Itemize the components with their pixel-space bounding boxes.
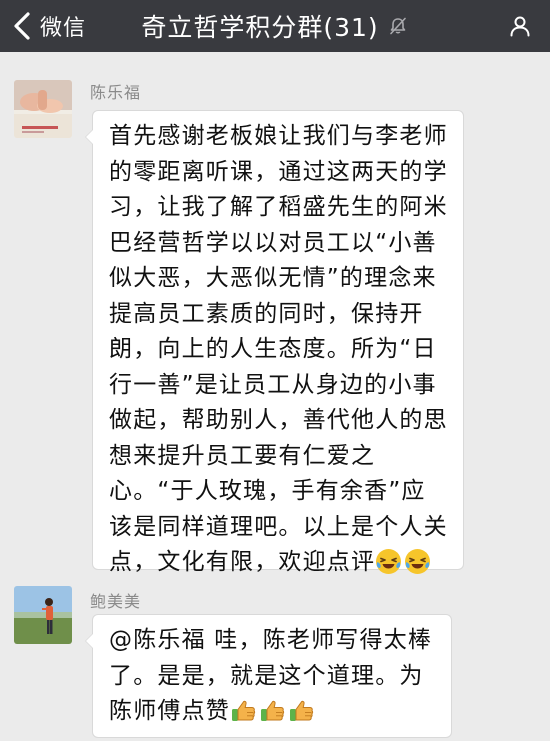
back-button[interactable]: 微信 [8, 8, 86, 44]
thumbs-up-emoji [288, 697, 315, 724]
laughing-tears-emoji [404, 548, 431, 575]
avatar[interactable] [14, 586, 72, 644]
emoji-row [230, 697, 315, 724]
message-bubble[interactable]: @陈乐福 哇，陈老师写得太棒了。是是，就是这个道理。为陈师傅点赞 [85, 614, 452, 738]
navigation-bar: 微信 奇立哲学积分群(31) [0, 0, 550, 52]
sender-name: 鲍美美 [90, 592, 142, 611]
thumbs-up-emoji [230, 697, 257, 724]
chat-area[interactable]: 陈乐福 首先感谢老板娘让我们与李老师的零距离听课，通过这两天的学习，让我了解了稻… [0, 52, 550, 741]
avatar[interactable] [14, 80, 72, 138]
message-text: 首先感谢老板娘让我们与李老师的零距离听课，通过这两天的学习，让我了解了稻盛先生的… [109, 123, 448, 575]
bell-muted-icon [387, 15, 409, 37]
chat-title: 奇立哲学积分群(31) [141, 13, 379, 42]
people-icon[interactable] [508, 14, 532, 38]
laughing-tears-emoji [375, 548, 402, 575]
sender-name: 陈乐福 [90, 83, 142, 102]
message-bubble[interactable]: 首先感谢老板娘让我们与李老师的零距离听课，通过这两天的学习，让我了解了稻盛先生的… [85, 110, 464, 575]
chevron-left-icon [8, 11, 38, 41]
thumbs-up-emoji [259, 697, 286, 724]
emoji-row [375, 548, 431, 575]
back-label: 微信 [40, 16, 87, 41]
